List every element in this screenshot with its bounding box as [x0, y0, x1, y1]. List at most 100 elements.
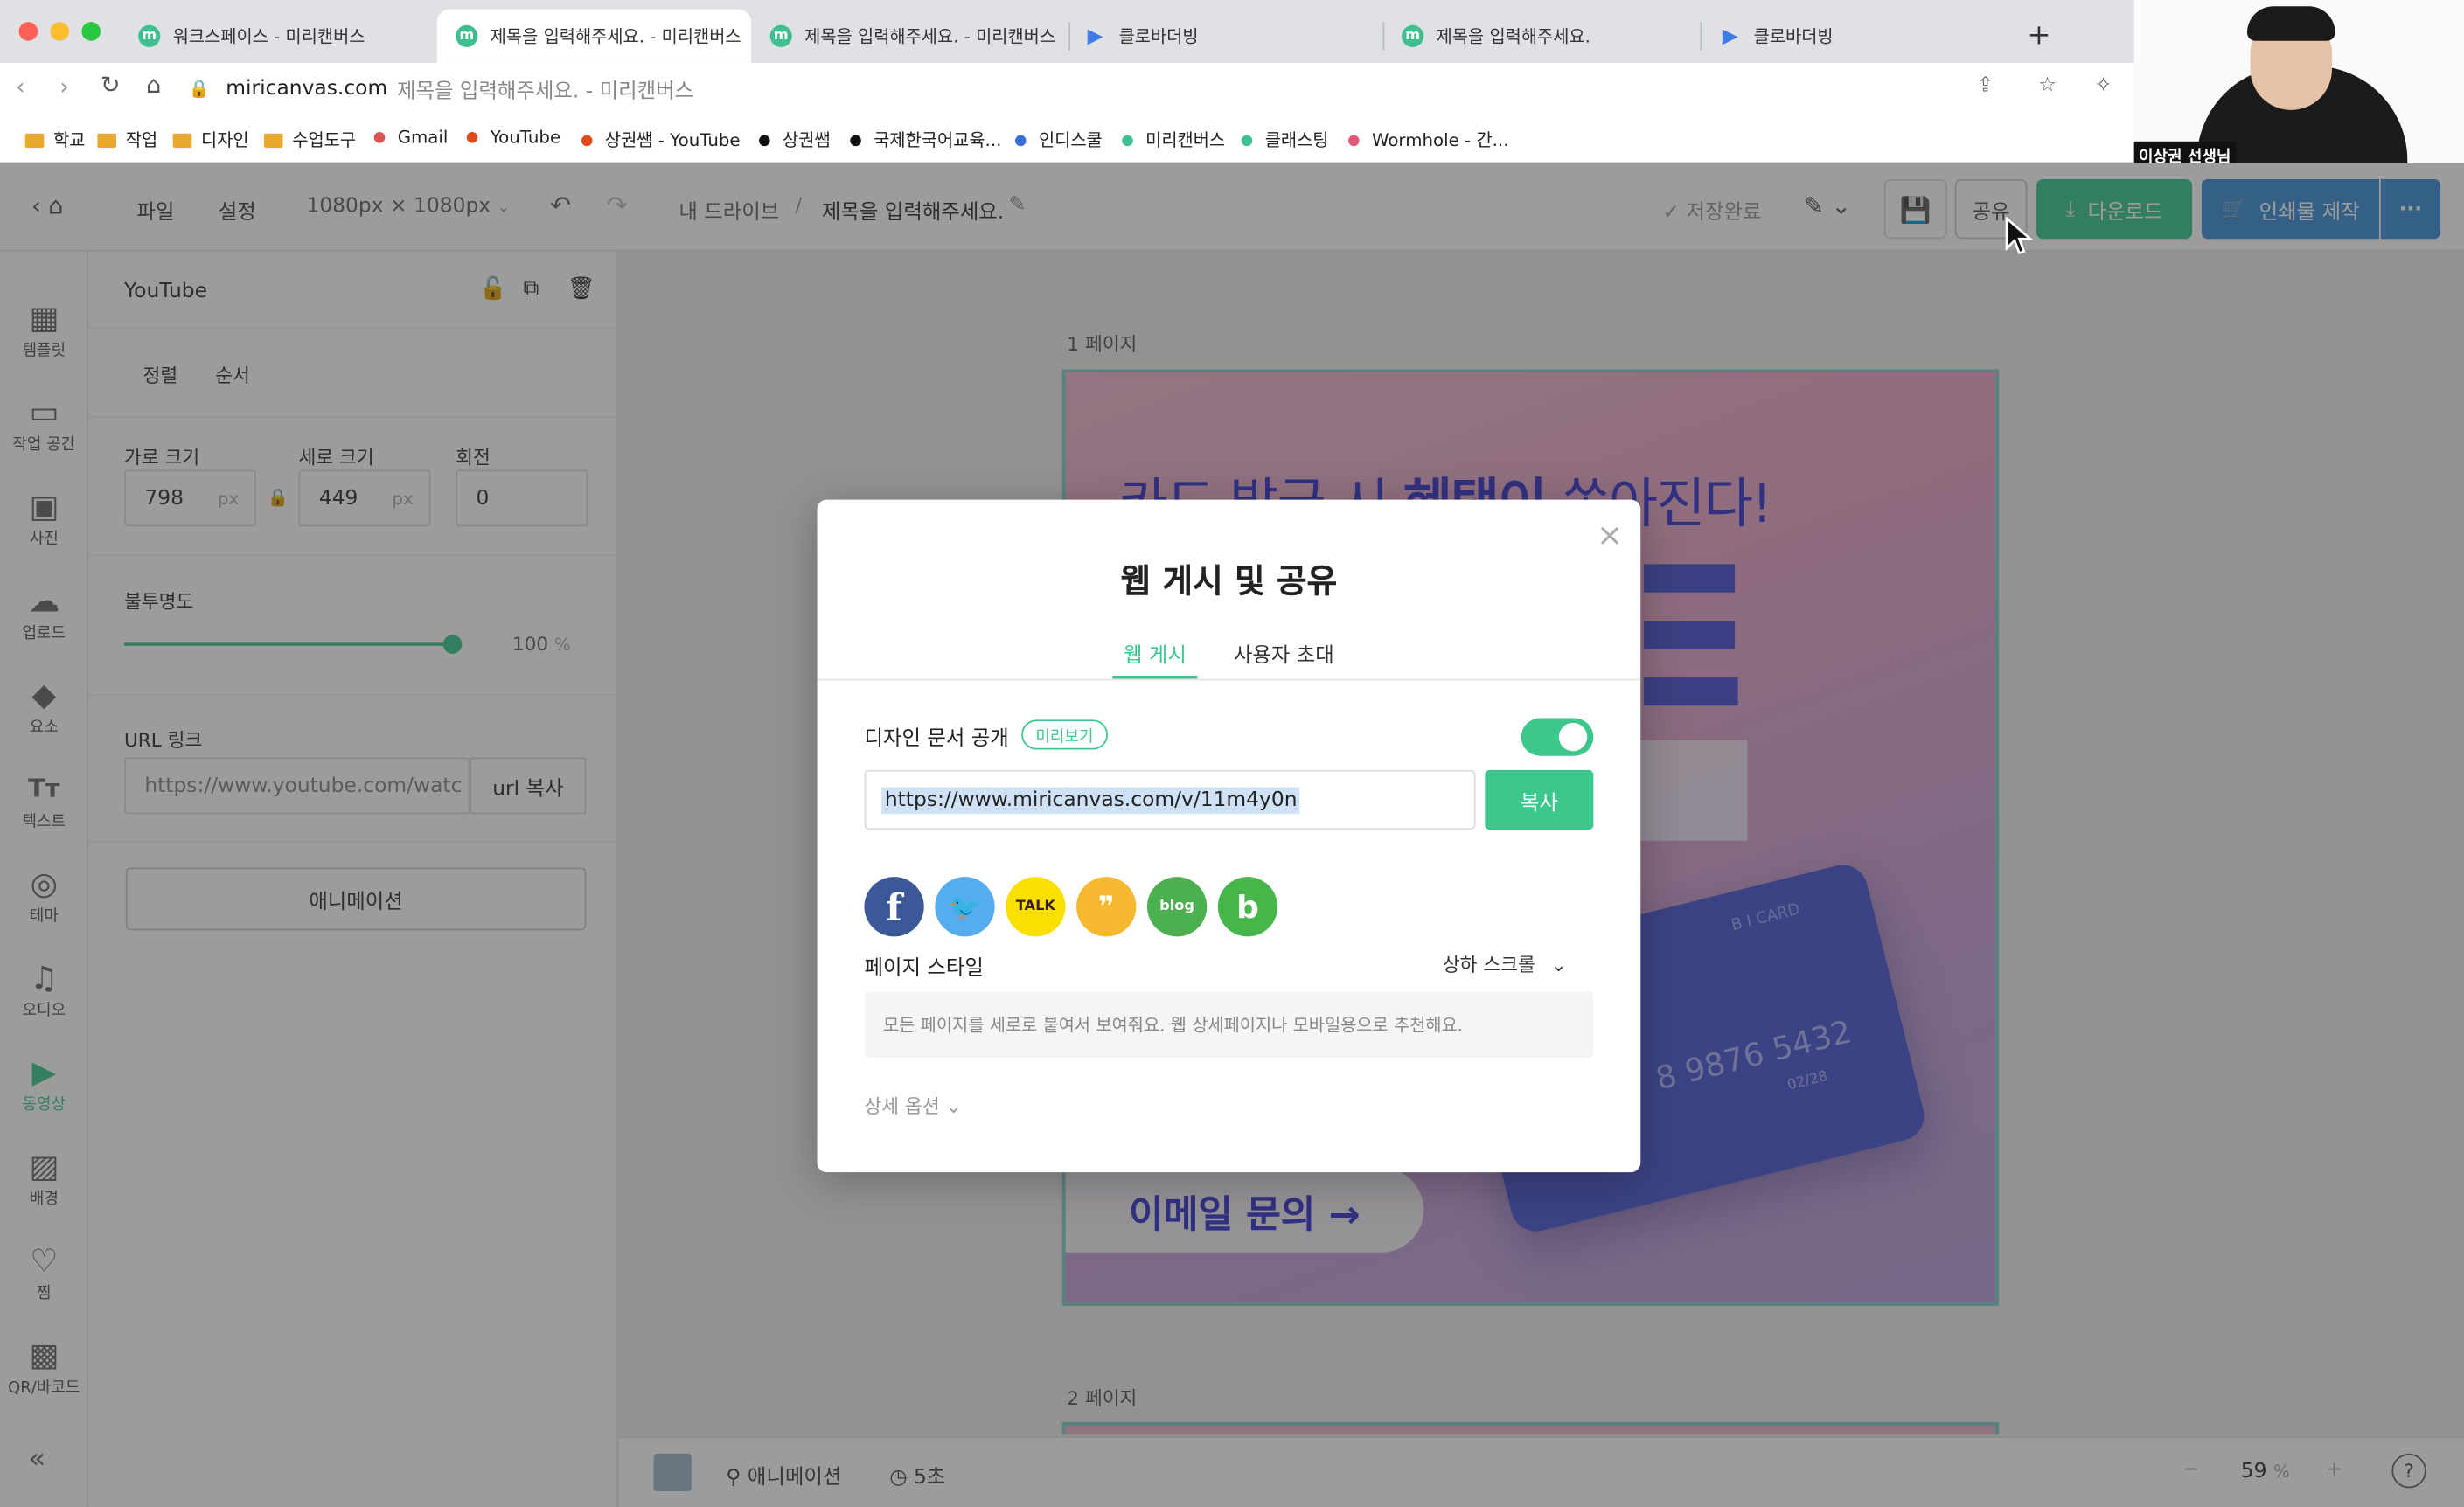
gmail-icon — [373, 132, 386, 143]
folder-icon — [24, 132, 45, 148]
clovadubbing-favicon-icon: ▶ — [1087, 24, 1103, 48]
miricanvas-favicon-icon: m — [138, 24, 161, 47]
bookmark-link[interactable]: Wormhole - 간... — [1347, 128, 1508, 153]
band-glyph: b — [1236, 887, 1259, 926]
advanced-options-toggle[interactable]: 상세 옵션 ⌄ — [864, 1092, 961, 1119]
naver-blog-icon[interactable]: blog — [1146, 877, 1208, 937]
wormhole-icon — [1347, 134, 1360, 146]
bookmark-label: 학교 — [53, 130, 86, 151]
naver-blog-glyph: blog — [1159, 899, 1195, 915]
folder-icon — [97, 132, 116, 148]
kakaotalk-icon[interactable]: TALK — [1006, 877, 1066, 937]
url-page-title: 제목을 입력해주세요. - 미리캔버스 — [397, 79, 694, 103]
reload-icon[interactable]: ↻ — [101, 71, 121, 99]
url-domain: miricanvas.com — [226, 76, 388, 101]
browser-tab[interactable]: m 제목을 입력해주세요. - 미리캔버스 — [751, 10, 1065, 63]
chevron-down-icon: ⌄ — [945, 1094, 962, 1118]
public-document-label: 디자인 문서 공개 — [864, 727, 1009, 752]
presenter-name: 이상권 선생님 — [2133, 141, 2236, 163]
tab-title: 클로바더빙 — [1118, 26, 1199, 47]
bookmark-label: 국제한국어교육... — [874, 130, 1002, 151]
home-icon[interactable]: ⌂ — [146, 71, 161, 99]
kakaostory-glyph: ❞ — [1097, 890, 1115, 924]
share-link-input[interactable]: https://www.miricanvas.com/v/11m4y0n — [864, 769, 1476, 830]
facebook-glyph: f — [886, 884, 902, 930]
bookmark-star-icon[interactable]: ☆ — [2038, 73, 2057, 97]
indischool-icon — [1014, 134, 1027, 146]
webcam-overlay: 이상권 선생님 — [2133, 0, 2464, 163]
new-tab-button[interactable]: + — [2027, 19, 2050, 52]
browser-tab[interactable]: ▶ 클로바더빙 — [1701, 10, 2015, 63]
toggle-knob — [1558, 722, 1588, 752]
browser-tab[interactable]: ▶ 클로바더빙 — [1065, 10, 1379, 63]
site-icon — [850, 134, 861, 146]
tab-invite-users[interactable]: 사용자 초대 — [1229, 638, 1339, 679]
page-style-description: 모든 페이지를 세로로 붙여서 보여줘요. 웹 상세페이지나 모바일용으로 추천… — [864, 991, 1594, 1058]
page-style-select[interactable]: 상하 스크롤 ⌄ — [1443, 951, 1567, 978]
modal-title: 웹 게시 및 공유 — [1120, 562, 1338, 601]
bookmark-label: 작업 — [125, 130, 158, 151]
youtube-icon — [466, 132, 478, 143]
miricanvas-favicon-icon: m — [769, 24, 792, 47]
browser-tab[interactable]: m 워크스페이스 - 미리캔버스 — [120, 10, 434, 63]
bookmark-link[interactable]: 미리캔버스 — [1122, 128, 1225, 153]
clovadubbing-favicon-icon: ▶ — [1722, 24, 1738, 48]
bookmarks-bar: 학교 작업 디자인 수업도구 Gmail YouTube 상권쌤 - YouTu… — [0, 113, 2134, 163]
bookmark-label: 인디스쿨 — [1038, 130, 1103, 151]
page-style-value: 상하 스크롤 — [1442, 954, 1535, 976]
share-page-icon[interactable]: ⇪ — [1977, 73, 1994, 97]
miricanvas-icon — [1122, 134, 1133, 146]
miricanvas-favicon-icon: m — [456, 24, 478, 47]
facebook-icon[interactable]: f — [864, 877, 924, 937]
browser-tab-bar: m 워크스페이스 - 미리캔버스 m 제목을 입력해주세요. - 미리캔버스 m… — [0, 0, 2134, 63]
forward-icon[interactable]: › — [59, 73, 69, 101]
zoom-window-button[interactable] — [81, 22, 101, 41]
site-icon — [759, 134, 770, 146]
tab-title: 제목을 입력해주세요. - 미리캔버스 — [804, 26, 1056, 47]
share-link-value: https://www.miricanvas.com/v/11m4y0n — [881, 786, 1301, 814]
band-icon[interactable]: b — [1217, 877, 1278, 937]
bookmark-folder[interactable]: 디자인 — [172, 128, 249, 153]
bookmark-folder[interactable]: 학교 — [24, 128, 86, 153]
bookmark-label: 미리캔버스 — [1145, 130, 1226, 151]
browser-tab-active[interactable]: m 제목을 입력해주세요. - 미리캔버스 — [436, 9, 752, 63]
bookmark-label: 상권쌤 - YouTube — [604, 130, 741, 151]
twitter-icon[interactable]: 🐦 — [935, 877, 995, 937]
youtube-icon — [581, 134, 593, 146]
folder-icon — [263, 132, 283, 148]
kakaotalk-glyph: TALK — [1015, 899, 1055, 915]
tab-title: 제목을 입력해주세요. - 미리캔버스 — [490, 26, 741, 47]
bookmark-label: 디자인 — [201, 130, 249, 151]
twitter-glyph: 🐦 — [949, 892, 981, 922]
bookmark-folder[interactable]: 수업도구 — [263, 128, 356, 153]
lock-icon: 🔒 — [188, 77, 211, 99]
kakaostory-icon[interactable]: ❞ — [1076, 877, 1137, 937]
public-toggle[interactable] — [1521, 718, 1594, 756]
browser-tab[interactable]: m 제목을 입력해주세요. — [1383, 10, 1697, 63]
bookmark-link[interactable]: Gmail — [373, 128, 448, 148]
bookmark-link[interactable]: YouTube — [466, 127, 561, 148]
bookmark-link[interactable]: 클래스팅 — [1241, 128, 1328, 153]
url-field[interactable]: 🔒 miricanvas.com 제목을 입력해주세요. - 미리캔버스 — [189, 69, 2012, 107]
minimize-window-button[interactable] — [50, 22, 70, 41]
screen: m 워크스페이스 - 미리캔버스 m 제목을 입력해주세요. - 미리캔버스 m… — [0, 0, 2464, 1507]
bookmark-link[interactable]: 국제한국어교육... — [850, 128, 1001, 153]
tab-divider — [817, 678, 1641, 681]
bookmark-label: YouTube — [490, 127, 561, 148]
bookmark-link[interactable]: 상권쌤 - YouTube — [581, 128, 741, 153]
close-window-button[interactable] — [18, 22, 38, 41]
tab-title: 워크스페이스 - 미리캔버스 — [172, 26, 365, 47]
tab-web-publish[interactable]: 웹 게시 — [1112, 638, 1198, 679]
classting-icon — [1241, 134, 1253, 146]
extensions-icon[interactable]: ✧ — [2095, 73, 2112, 97]
preview-badge[interactable]: 미리보기 — [1021, 719, 1108, 750]
bookmark-folder[interactable]: 작업 — [97, 128, 157, 153]
close-icon[interactable]: × — [1597, 516, 1623, 553]
bookmark-link[interactable]: 상권쌤 — [759, 128, 831, 153]
tab-title: 제목을 입력해주세요. — [1436, 26, 1590, 47]
folder-icon — [172, 132, 192, 148]
copy-link-button[interactable]: 복사 — [1485, 769, 1594, 830]
bookmark-link[interactable]: 인디스쿨 — [1014, 128, 1103, 153]
back-icon[interactable]: ‹ — [16, 73, 25, 101]
share-modal: × 웹 게시 및 공유 웹 게시 사용자 초대 디자인 문서 공개 미리보기 h… — [817, 499, 1641, 1173]
